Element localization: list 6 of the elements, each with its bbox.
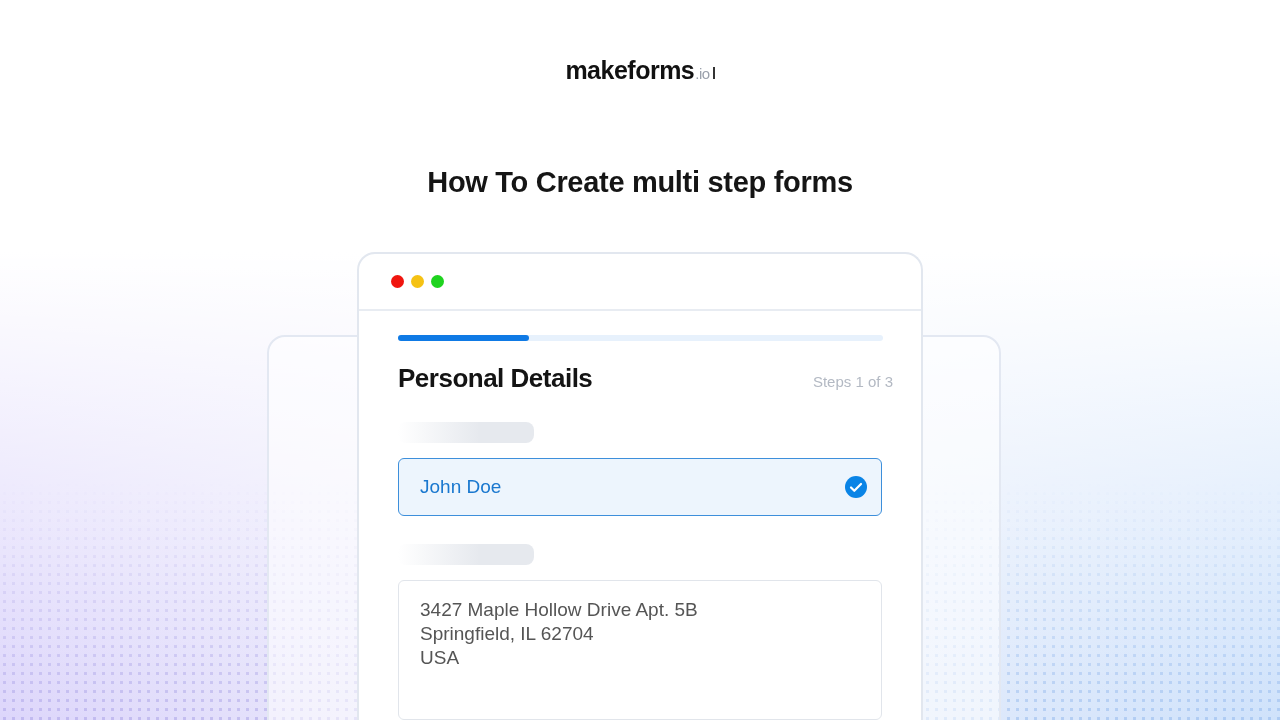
logo: makeforms.io	[565, 56, 715, 85]
page-title: How To Create multi step forms	[427, 165, 853, 199]
form-heading: Personal Details	[398, 363, 593, 394]
address-field[interactable]: 3427 Maple Hollow Drive Apt. 5B Springfield, IL 62704 USA	[398, 580, 882, 720]
input-field[interactable]: John Doe	[398, 458, 882, 516]
step-counter: Steps 1 of 3	[812, 373, 893, 390]
